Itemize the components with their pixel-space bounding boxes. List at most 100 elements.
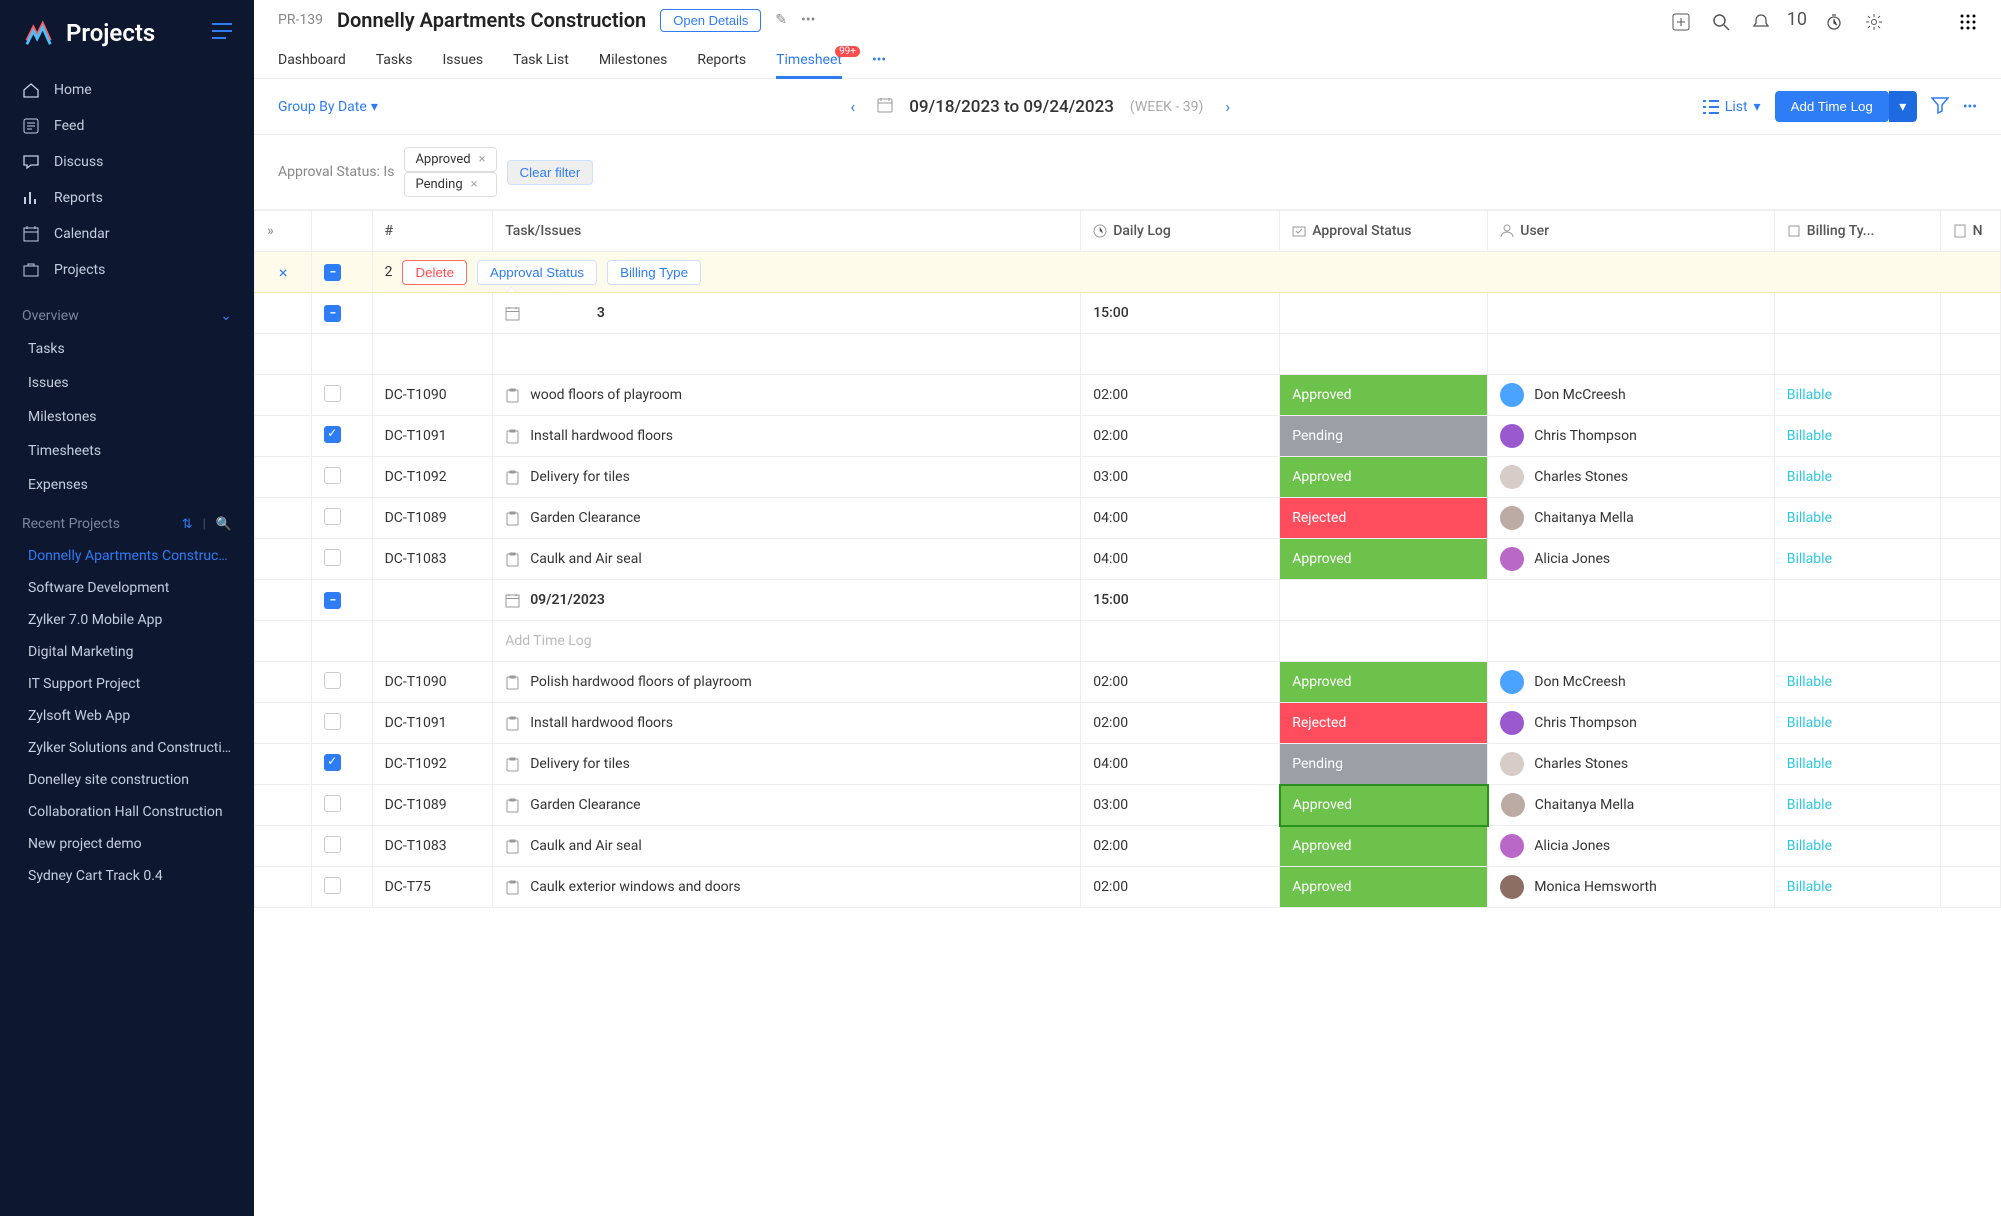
nav-feed[interactable]: Feed bbox=[0, 108, 254, 144]
approval-status-cell[interactable]: Approved bbox=[1280, 662, 1488, 703]
sidebar-toggle-icon[interactable] bbox=[212, 23, 232, 43]
approval-status-cell[interactable]: Approved bbox=[1280, 539, 1488, 580]
recent-project[interactable]: Sydney Cart Track 0.4 bbox=[0, 860, 254, 892]
table-row[interactable]: DC-T1091Install hardwood floors02:00Reje… bbox=[255, 703, 2001, 744]
row-checkbox[interactable] bbox=[324, 836, 341, 853]
overview-tasks[interactable]: Tasks bbox=[0, 332, 254, 366]
recent-project[interactable]: IT Support Project bbox=[0, 668, 254, 700]
task-name[interactable]: wood floors of playroom bbox=[530, 387, 682, 403]
group-by-dropdown[interactable]: Group By Date ▾ bbox=[278, 99, 378, 115]
row-checkbox[interactable] bbox=[324, 385, 341, 402]
calendar-icon[interactable] bbox=[877, 97, 893, 117]
collapse-group-icon[interactable]: − bbox=[324, 592, 341, 609]
approval-status-cell[interactable]: Approved bbox=[1280, 826, 1488, 867]
recent-project[interactable]: Donelley site construction bbox=[0, 764, 254, 796]
recent-project[interactable]: Digital Marketing bbox=[0, 636, 254, 668]
task-name[interactable]: Delivery for tiles bbox=[530, 756, 630, 772]
overview-milestones[interactable]: Milestones bbox=[0, 400, 254, 434]
row-checkbox[interactable] bbox=[324, 672, 341, 689]
task-name[interactable]: Garden Clearance bbox=[530, 510, 640, 526]
open-details-button[interactable]: Open Details bbox=[660, 9, 761, 32]
apps-icon[interactable] bbox=[1959, 13, 1977, 36]
recent-project[interactable]: Zylker Solutions and Construction bbox=[0, 732, 254, 764]
billing-type-cell[interactable]: Billable bbox=[1774, 662, 1940, 703]
overview-timesheets[interactable]: Timesheets bbox=[0, 434, 254, 468]
task-name[interactable]: Delivery for tiles bbox=[530, 469, 630, 485]
tab-milestones[interactable]: Milestones bbox=[599, 42, 668, 78]
row-checkbox[interactable] bbox=[324, 754, 341, 771]
more-options-icon[interactable]: ••• bbox=[1963, 99, 1977, 115]
task-name[interactable]: Garden Clearance bbox=[530, 797, 640, 813]
recent-project[interactable]: Zylsoft Web App bbox=[0, 700, 254, 732]
table-row[interactable]: DC-T1091Install hardwood floors02:00Pend… bbox=[255, 416, 2001, 457]
tab-dashboard[interactable]: Dashboard bbox=[278, 42, 346, 78]
row-checkbox[interactable] bbox=[324, 549, 341, 566]
add-time-log-button[interactable]: Add Time Log bbox=[1775, 91, 1889, 122]
recent-project[interactable]: Zylker 7.0 Mobile App bbox=[0, 604, 254, 636]
view-dropdown[interactable]: List ▾ bbox=[1703, 99, 1761, 115]
table-row[interactable]: DC-T1092Delivery for tiles03:00ApprovedC… bbox=[255, 457, 2001, 498]
billing-type-cell[interactable]: Billable bbox=[1774, 867, 1940, 908]
notifications-icon[interactable]: 10 bbox=[1752, 13, 1803, 36]
task-name[interactable]: Install hardwood floors bbox=[530, 428, 673, 444]
recent-project[interactable]: Collaboration Hall Construction bbox=[0, 796, 254, 828]
add-icon[interactable] bbox=[1672, 13, 1690, 36]
approval-status-button[interactable]: Approval Status bbox=[477, 260, 597, 285]
table-row[interactable]: DC-T1090Polish hardwood floors of playro… bbox=[255, 662, 2001, 703]
timer-icon[interactable] bbox=[1825, 13, 1843, 36]
add-time-log-dropdown-icon[interactable]: ▾ bbox=[1889, 91, 1917, 122]
chevron-down-icon[interactable]: ⌄ bbox=[220, 308, 232, 324]
approval-status-cell[interactable]: Approved bbox=[1280, 457, 1488, 498]
nav-home[interactable]: Home bbox=[0, 72, 254, 108]
table-row[interactable]: DC-T1092Delivery for tiles04:00PendingCh… bbox=[255, 744, 2001, 785]
tab-task-list[interactable]: Task List bbox=[513, 42, 569, 78]
chip-remove-icon[interactable]: × bbox=[471, 177, 478, 192]
expand-all-icon[interactable]: » bbox=[267, 223, 274, 239]
billing-type-cell[interactable]: Billable bbox=[1774, 826, 1940, 867]
billing-type-cell[interactable]: Billable bbox=[1774, 539, 1940, 580]
chip-remove-icon[interactable]: × bbox=[479, 152, 486, 167]
recent-search-icon[interactable]: 🔍 bbox=[216, 517, 232, 532]
billing-type-cell[interactable]: Billable bbox=[1774, 375, 1940, 416]
recent-project[interactable]: Software Development bbox=[0, 572, 254, 604]
table-row[interactable]: DC-T1089Garden Clearance03:00ApprovedCha… bbox=[255, 785, 2001, 826]
recent-settings-icon[interactable]: ⇅ bbox=[182, 517, 193, 532]
settings-icon[interactable] bbox=[1865, 13, 1883, 36]
selection-indicator-icon[interactable]: − bbox=[324, 264, 341, 281]
tab-tasks[interactable]: Tasks bbox=[376, 42, 413, 78]
date-prev-icon[interactable]: ‹ bbox=[844, 97, 861, 116]
approval-status-cell[interactable]: Approved bbox=[1280, 867, 1488, 908]
clear-filter-button[interactable]: Clear filter bbox=[507, 160, 594, 185]
table-row[interactable]: DC-T1090wood floors of playroom02:00Appr… bbox=[255, 375, 2001, 416]
search-icon[interactable] bbox=[1712, 13, 1730, 36]
approval-status-cell[interactable]: Pending bbox=[1280, 416, 1488, 457]
row-checkbox[interactable] bbox=[324, 795, 341, 812]
billing-type-cell[interactable]: Billable bbox=[1774, 703, 1940, 744]
filter-icon[interactable] bbox=[1931, 96, 1949, 118]
task-name[interactable]: Caulk and Air seal bbox=[530, 551, 642, 567]
task-name[interactable]: Polish hardwood floors of playroom bbox=[530, 674, 752, 690]
nav-reports[interactable]: Reports bbox=[0, 180, 254, 216]
tab-reports[interactable]: Reports bbox=[697, 42, 746, 78]
row-checkbox[interactable] bbox=[324, 426, 341, 443]
billing-type-cell[interactable]: Billable bbox=[1774, 744, 1940, 785]
delete-button[interactable]: Delete bbox=[402, 260, 467, 285]
nav-discuss[interactable]: Discuss bbox=[0, 144, 254, 180]
tab-issues[interactable]: Issues bbox=[442, 42, 483, 78]
task-name[interactable]: Caulk exterior windows and doors bbox=[530, 879, 740, 895]
more-icon[interactable]: ••• bbox=[801, 12, 815, 28]
nav-calendar[interactable]: Calendar bbox=[0, 216, 254, 252]
nav-projects[interactable]: Projects bbox=[0, 252, 254, 288]
overview-issues[interactable]: Issues bbox=[0, 366, 254, 400]
approval-status-cell[interactable]: Approved bbox=[1280, 375, 1488, 416]
date-next-icon[interactable]: › bbox=[1219, 97, 1236, 116]
row-checkbox[interactable] bbox=[324, 713, 341, 730]
approval-status-cell[interactable]: Pending bbox=[1280, 744, 1488, 785]
approval-status-cell[interactable]: Rejected bbox=[1280, 703, 1488, 744]
row-checkbox[interactable] bbox=[324, 467, 341, 484]
billing-type-cell[interactable]: Billable bbox=[1774, 785, 1940, 826]
billing-type-button[interactable]: Billing Type bbox=[607, 260, 701, 285]
billing-type-cell[interactable]: Billable bbox=[1774, 498, 1940, 539]
table-row[interactable]: DC-T1083Caulk and Air seal02:00ApprovedA… bbox=[255, 826, 2001, 867]
task-name[interactable]: Caulk and Air seal bbox=[530, 838, 642, 854]
